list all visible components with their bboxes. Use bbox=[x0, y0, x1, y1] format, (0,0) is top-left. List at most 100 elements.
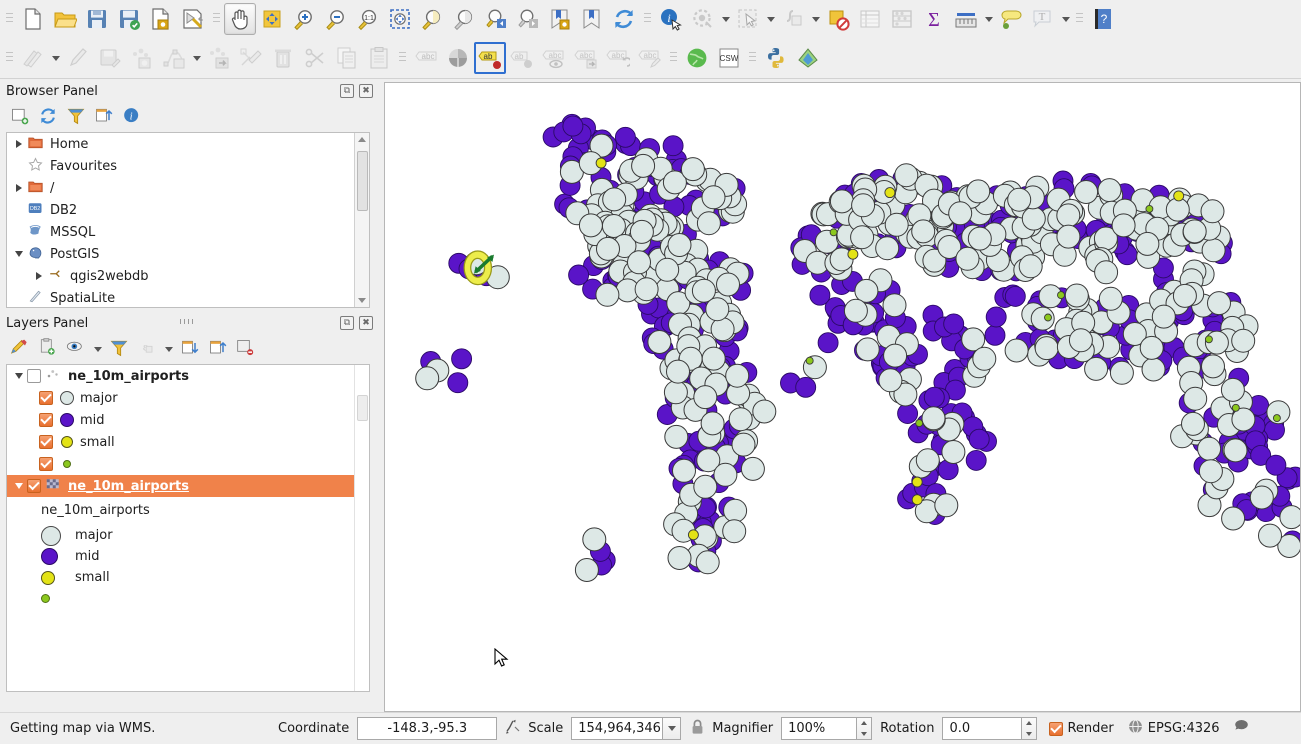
qgis2web-button[interactable] bbox=[792, 42, 824, 74]
paste-features-button[interactable] bbox=[363, 42, 395, 74]
chevron-down-icon[interactable] bbox=[11, 483, 27, 489]
chevron-down-icon[interactable] bbox=[11, 251, 27, 257]
layout-manager-button[interactable] bbox=[177, 3, 209, 35]
browser-item-spatialite[interactable]: SpatiaLite bbox=[7, 287, 369, 308]
toolbar-grip[interactable] bbox=[669, 45, 678, 71]
identify-features-button[interactable]: i bbox=[655, 3, 687, 35]
pan-to-selection-button[interactable] bbox=[256, 3, 288, 35]
new-bookmark-button[interactable] bbox=[544, 3, 576, 35]
remove-layer-button[interactable] bbox=[234, 337, 258, 361]
chevron-down-icon[interactable] bbox=[11, 373, 27, 379]
zoom-next-button[interactable] bbox=[512, 3, 544, 35]
pin-labels-button[interactable]: abc bbox=[410, 42, 442, 74]
collapse-all-layers-button[interactable] bbox=[206, 337, 230, 361]
open-attribute-table-button[interactable] bbox=[854, 3, 886, 35]
collapse-all-button[interactable] bbox=[92, 105, 116, 129]
edit-label-button[interactable]: abc bbox=[634, 42, 666, 74]
manage-visibility-button[interactable] bbox=[64, 337, 88, 361]
coordinate-input[interactable]: -148.3,-95.3 bbox=[357, 717, 497, 740]
scroll-up-icon[interactable] bbox=[358, 137, 366, 142]
toolbar-grip[interactable] bbox=[398, 45, 407, 71]
zoom-in-button[interactable] bbox=[288, 3, 320, 35]
layer-class-row[interactable] bbox=[7, 453, 369, 475]
browser-item-home[interactable]: Home bbox=[7, 133, 369, 155]
metasearch-button[interactable] bbox=[681, 42, 713, 74]
add-selected-layers-button[interactable] bbox=[8, 105, 32, 129]
magnifier-input[interactable]: 100% bbox=[781, 717, 857, 740]
crs-label[interactable]: EPSG:4326 bbox=[1148, 721, 1220, 736]
toolbar-grip[interactable] bbox=[212, 6, 221, 32]
add-group-button[interactable] bbox=[36, 337, 60, 361]
browser-item-postgis[interactable]: PostGIS bbox=[7, 243, 369, 265]
toolbar-grip[interactable] bbox=[5, 45, 14, 71]
zoom-last-button[interactable] bbox=[480, 3, 512, 35]
browser-panel-float-button[interactable]: ⧉ bbox=[340, 84, 354, 98]
current-edits-button[interactable] bbox=[17, 42, 49, 74]
help-button[interactable]: ? bbox=[1087, 3, 1119, 35]
filter-legend-expression-button[interactable]: ε bbox=[135, 337, 159, 361]
toolbar-grip[interactable] bbox=[1075, 6, 1084, 32]
toggle-extents-icon[interactable] bbox=[497, 718, 528, 739]
map-tips-dropdown[interactable] bbox=[719, 3, 732, 35]
select-dropdown[interactable] bbox=[764, 3, 777, 35]
deselect-features-button[interactable] bbox=[822, 3, 854, 35]
browser-item-mssql[interactable]: MSSQL bbox=[7, 221, 369, 243]
copy-features-button[interactable] bbox=[331, 42, 363, 74]
layer-visibility-checkbox[interactable] bbox=[39, 413, 53, 427]
save-layer-edits-button[interactable] bbox=[94, 42, 126, 74]
globe-icon[interactable] bbox=[1114, 719, 1148, 738]
measure-dropdown[interactable] bbox=[982, 3, 995, 35]
browser-tree[interactable]: HomeFavourites/DB2DB2MSSQLPostGISqgis2we… bbox=[6, 132, 370, 308]
toggle-editing-button[interactable] bbox=[62, 42, 94, 74]
open-layer-styling-button[interactable] bbox=[8, 337, 32, 361]
delete-selected-button[interactable] bbox=[267, 42, 299, 74]
zoom-out-button[interactable] bbox=[320, 3, 352, 35]
layer-row[interactable]: ne_10m_airports bbox=[7, 365, 369, 387]
scale-input[interactable]: 154,964,346 bbox=[571, 717, 663, 740]
lock-icon[interactable] bbox=[681, 719, 712, 739]
statistical-summary-button[interactable]: Σ bbox=[918, 3, 950, 35]
zoom-full-button[interactable] bbox=[384, 3, 416, 35]
layer-visibility-checkbox[interactable] bbox=[27, 479, 41, 493]
text-annotation-button[interactable]: T bbox=[1027, 3, 1059, 35]
move-label-button[interactable]: ab bbox=[474, 42, 506, 74]
cut-features-button[interactable] bbox=[299, 42, 331, 74]
layer-class-row[interactable]: mid bbox=[7, 409, 369, 431]
highlight-labels-button[interactable]: abc bbox=[538, 42, 570, 74]
zoom-to-layer-button[interactable] bbox=[448, 3, 480, 35]
chevron-right-icon[interactable] bbox=[11, 140, 27, 148]
map-tips-button[interactable] bbox=[687, 3, 719, 35]
python-console-button[interactable] bbox=[760, 42, 792, 74]
rotation-spinner[interactable] bbox=[1022, 717, 1037, 740]
toolbar-grip[interactable] bbox=[748, 45, 757, 71]
add-point-feature-button[interactable] bbox=[126, 42, 158, 74]
layer-visibility-checkbox[interactable] bbox=[39, 435, 53, 449]
zoom-native-button[interactable]: 1:1 bbox=[352, 3, 384, 35]
toolbar-grip[interactable] bbox=[5, 6, 14, 32]
select-features-button[interactable] bbox=[732, 3, 764, 35]
zoom-to-selection-button[interactable] bbox=[416, 3, 448, 35]
refresh-browser-button[interactable] bbox=[36, 105, 60, 129]
browser-item-db2[interactable]: DB2DB2 bbox=[7, 199, 369, 221]
field-calculator-button[interactable] bbox=[886, 3, 918, 35]
browser-item-root[interactable]: / bbox=[7, 177, 369, 199]
open-project-button[interactable] bbox=[49, 3, 81, 35]
change-label-button[interactable]: abc bbox=[570, 42, 602, 74]
scrollbar-thumb[interactable] bbox=[357, 151, 368, 211]
browser-item-qgis2webdb[interactable]: qgis2webdb bbox=[7, 265, 369, 287]
csw-button[interactable]: CSW bbox=[713, 42, 745, 74]
dock-splitter[interactable] bbox=[6, 316, 370, 326]
layers-tree[interactable]: ne_10m_airportsmajormidsmallne_10m_airpo… bbox=[6, 364, 370, 692]
render-checkbox[interactable] bbox=[1049, 722, 1063, 736]
scale-dropdown-arrow[interactable] bbox=[663, 717, 681, 740]
show-hide-labels-button[interactable] bbox=[442, 42, 474, 74]
pan-map-button[interactable] bbox=[224, 3, 256, 35]
modify-attributes-button[interactable] bbox=[235, 42, 267, 74]
scroll-down-icon[interactable] bbox=[358, 298, 366, 303]
revert-label-button[interactable]: abc bbox=[602, 42, 634, 74]
select-by-dropdown[interactable] bbox=[809, 3, 822, 35]
rotation-input[interactable]: 0.0 bbox=[942, 717, 1022, 740]
filter-legend-expression-button-dropdown[interactable] bbox=[163, 337, 174, 361]
select-by-expression-button[interactable] bbox=[777, 3, 809, 35]
filter-browser-button[interactable] bbox=[64, 105, 88, 129]
